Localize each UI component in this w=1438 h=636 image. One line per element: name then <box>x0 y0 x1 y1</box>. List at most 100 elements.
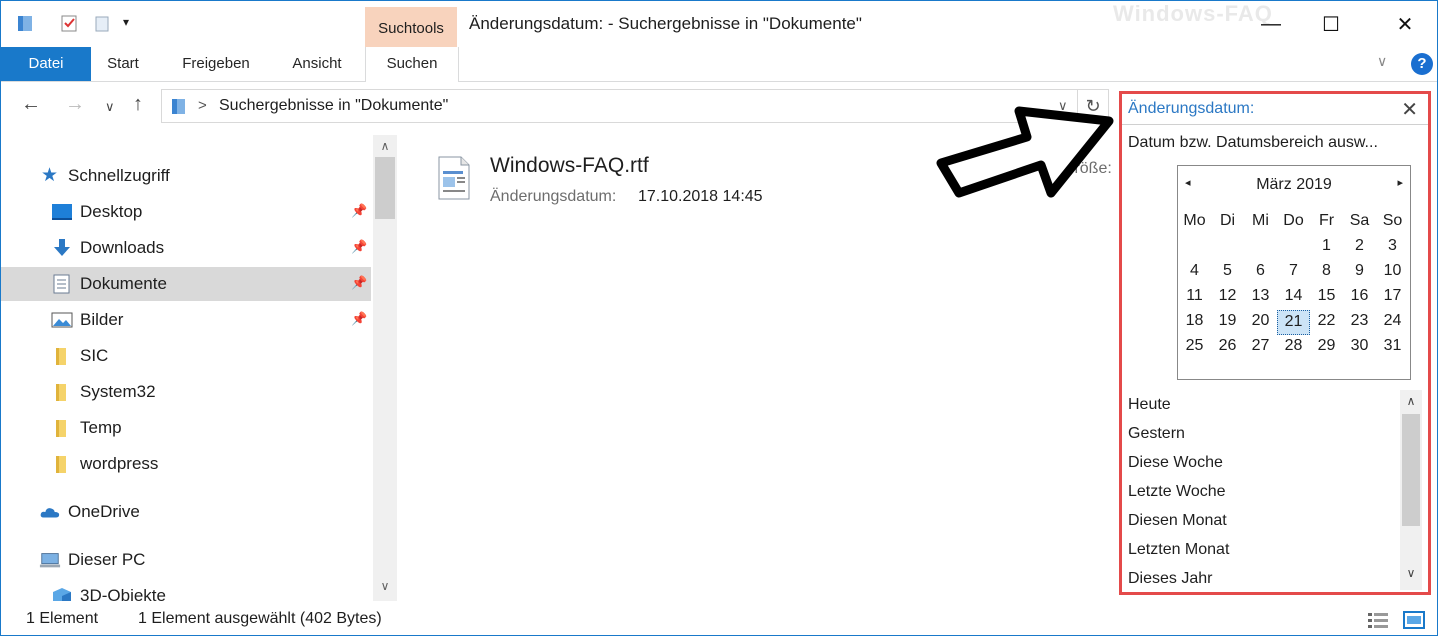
nav-pane-scrollbar[interactable]: ∧ ∨ <box>373 135 397 601</box>
tab-suchen[interactable]: Suchen <box>365 47 459 82</box>
option-gestern[interactable]: Gestern <box>1128 425 1185 443</box>
nav-item-wordpress[interactable]: wordpress <box>1 447 371 481</box>
calendar-next-month-icon[interactable]: ▸ <box>1397 176 1403 189</box>
large-icons-view-icon[interactable] <box>1403 611 1425 629</box>
calendar-day[interactable]: 7 <box>1277 260 1310 285</box>
nav-item-desktop[interactable]: Desktop 📌 <box>1 195 371 229</box>
calendar-day[interactable]: 26 <box>1211 335 1244 360</box>
calendar-day[interactable]: 29 <box>1310 335 1343 360</box>
calendar-day[interactable]: 12 <box>1211 285 1244 310</box>
qat-dropdown-icon[interactable]: ▾ <box>123 15 129 29</box>
3d-objects-icon <box>53 588 71 601</box>
nav-item-schnellzugriff[interactable]: ★ Schnellzugriff <box>1 159 371 193</box>
minimize-button[interactable]: — <box>1241 1 1301 47</box>
calendar-day[interactable]: 25 <box>1178 335 1211 360</box>
close-icon[interactable]: ✕ <box>1401 97 1418 122</box>
nav-item-system32[interactable]: System32 <box>1 375 371 409</box>
calendar-day <box>1277 235 1310 260</box>
help-button[interactable]: ? <box>1411 53 1433 75</box>
calendar-day[interactable]: 5 <box>1211 260 1244 285</box>
calendar-day[interactable]: 8 <box>1310 260 1343 285</box>
file-name[interactable]: Windows-FAQ.rtf <box>490 154 649 178</box>
nav-item-temp[interactable]: Temp <box>1 411 371 445</box>
tab-datei[interactable]: Datei <box>1 47 91 81</box>
calendar-day[interactable]: 22 <box>1310 310 1343 335</box>
weekday-label: Mi <box>1252 212 1269 229</box>
scroll-up-button[interactable]: ∧ <box>1400 394 1422 408</box>
pin-icon[interactable]: 📌 <box>351 239 367 255</box>
option-letzten-monat[interactable]: Letzten Monat <box>1128 541 1229 559</box>
calendar-day[interactable]: 17 <box>1376 285 1409 310</box>
recent-locations-button[interactable]: ∨ <box>105 99 115 115</box>
calendar-grid: Mo Di Mi Do Fr Sa So 1 2 3 4 5 6 7 8 9 10 11 12 13 14… <box>1178 210 1410 360</box>
calendar-day[interactable]: 9 <box>1343 260 1376 285</box>
calendar-day[interactable]: 28 <box>1277 335 1310 360</box>
scroll-up-button[interactable]: ∧ <box>373 139 397 153</box>
option-letzte-woche[interactable]: Letzte Woche <box>1128 483 1226 501</box>
scroll-down-button[interactable]: ∨ <box>1400 566 1422 580</box>
nav-item-bilder[interactable]: Bilder 📌 <box>1 303 371 337</box>
ribbon-expand-icon[interactable]: ∨ <box>1377 53 1387 70</box>
annotation-arrow-icon <box>936 106 1114 198</box>
calendar-day-selected[interactable]: 21 <box>1277 310 1310 335</box>
folder-icon <box>56 384 66 401</box>
calendar-day[interactable]: 14 <box>1277 285 1310 310</box>
calendar-day[interactable]: 30 <box>1343 335 1376 360</box>
nav-item-downloads[interactable]: Downloads 📌 <box>1 231 371 265</box>
calendar-day[interactable]: 1 <box>1310 235 1343 260</box>
status-bar: 1 Element 1 Element ausgewählt (402 Byte… <box>1 605 1437 635</box>
nav-item-onedrive[interactable]: OneDrive <box>1 495 371 529</box>
nav-item-dieser-pc[interactable]: Dieser PC <box>1 543 371 577</box>
option-heute[interactable]: Heute <box>1128 396 1171 414</box>
calendar-day[interactable]: 20 <box>1244 310 1277 335</box>
explorer-app-icon[interactable] <box>15 13 35 33</box>
tab-start[interactable]: Start <box>99 47 147 81</box>
maximize-button[interactable]: ☐ <box>1301 1 1361 47</box>
calendar-week-row: 4 5 6 7 8 9 10 <box>1178 260 1410 285</box>
calendar-day[interactable]: 19 <box>1211 310 1244 335</box>
option-diese-woche[interactable]: Diese Woche <box>1128 454 1223 472</box>
calendar-day[interactable]: 10 <box>1376 260 1409 285</box>
calendar-day[interactable]: 11 <box>1178 285 1211 310</box>
breadcrumb-separator[interactable]: > <box>198 97 207 114</box>
close-button[interactable]: ✕ <box>1375 1 1435 47</box>
back-button[interactable]: ← <box>21 93 41 116</box>
rtf-file-icon[interactable] <box>437 155 471 201</box>
calendar-day[interactable]: 6 <box>1244 260 1277 285</box>
scroll-thumb[interactable] <box>1402 414 1420 526</box>
weekday-label: Mo <box>1183 212 1206 229</box>
option-dieses-jahr[interactable]: Dieses Jahr <box>1128 570 1212 588</box>
calendar-day[interactable]: 3 <box>1376 235 1409 260</box>
pin-icon[interactable]: 📌 <box>351 203 367 219</box>
scroll-down-button[interactable]: ∨ <box>373 579 397 593</box>
calendar-day[interactable]: 31 <box>1376 335 1409 360</box>
tab-ansicht[interactable]: Ansicht <box>283 47 351 81</box>
option-diesen-monat[interactable]: Diesen Monat <box>1128 512 1227 530</box>
calendar-day[interactable]: 27 <box>1244 335 1277 360</box>
nav-item-dokumente[interactable]: Dokumente 📌 <box>1 267 371 301</box>
calendar-day[interactable]: 24 <box>1376 310 1409 335</box>
new-folder-icon[interactable] <box>93 13 113 33</box>
quick-options-scrollbar[interactable]: ∧ ∨ <box>1400 390 1422 590</box>
properties-icon[interactable] <box>59 13 79 33</box>
calendar-day[interactable]: 15 <box>1310 285 1343 310</box>
calendar-day <box>1211 235 1244 260</box>
nav-item-sic[interactable]: SIC <box>1 339 371 373</box>
details-view-icon[interactable] <box>1367 611 1389 629</box>
scroll-thumb[interactable] <box>375 157 395 219</box>
calendar-day[interactable]: 2 <box>1343 235 1376 260</box>
pin-icon[interactable]: 📌 <box>351 275 367 291</box>
forward-button[interactable]: → <box>65 93 85 116</box>
calendar-day[interactable]: 23 <box>1343 310 1376 335</box>
nav-item-3d-objekte[interactable]: 3D-Objekte <box>1 579 371 601</box>
calendar-day[interactable]: 16 <box>1343 285 1376 310</box>
tab-freigeben[interactable]: Freigeben <box>173 47 259 81</box>
calendar-day[interactable]: 18 <box>1178 310 1211 335</box>
calendar-day[interactable]: 4 <box>1178 260 1211 285</box>
calendar[interactable]: ◂ März 2019 ▸ Mo Di Mi Do Fr Sa So 12345… <box>1177 165 1411 380</box>
calendar-month-title[interactable]: März 2019 <box>1178 176 1410 194</box>
pin-icon[interactable]: 📌 <box>351 311 367 327</box>
up-button[interactable]: ↑ <box>133 93 143 116</box>
calendar-day[interactable]: 13 <box>1244 285 1277 310</box>
documents-icon <box>53 274 70 294</box>
